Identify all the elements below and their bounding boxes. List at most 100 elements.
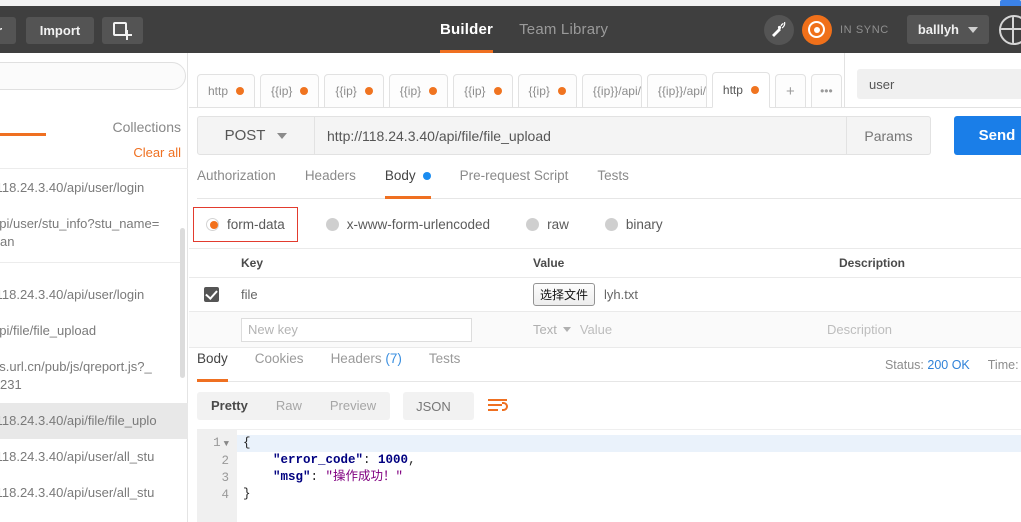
row-key[interactable]: file [233, 287, 533, 302]
list-item[interactable]: api/file/file_upload [0, 313, 188, 349]
status-badge: 200 OK [927, 358, 970, 372]
radio-label: form-data [227, 216, 285, 232]
add-request-tab-button[interactable]: + [774, 74, 806, 108]
request-tab[interactable]: {{ip} [453, 74, 513, 108]
tab-tests[interactable]: Tests [597, 167, 629, 198]
url-input[interactable] [315, 116, 847, 155]
sidebar-active-tab-underline [0, 133, 46, 136]
divider [0, 262, 180, 263]
search-input[interactable] [857, 69, 1021, 99]
radio-label: x-www-form-urlencoded [346, 216, 491, 232]
choose-file-button[interactable]: 选择文件 [533, 283, 596, 306]
list-item[interactable]: /118.24.3.40/api/user/all_stu [0, 439, 188, 475]
view-mode-preview[interactable]: Preview [316, 392, 390, 420]
app-header: er Import Builder Team Library [0, 6, 1021, 53]
code-line-1: { [237, 435, 1021, 452]
new-row-key-cell [233, 317, 533, 342]
request-tab[interactable]: {{ip} [260, 74, 320, 108]
satellite-dish-icon[interactable] [763, 14, 794, 45]
word-wrap-icon[interactable] [487, 395, 509, 417]
sidebar-collections-row[interactable]: Collections [0, 103, 188, 135]
request-tab[interactable]: {{ip}}/api/ [646, 74, 707, 108]
globe-icon[interactable] [999, 14, 1021, 45]
chevron-down-icon [968, 26, 978, 33]
sidebar-search-wrap [0, 62, 186, 90]
table-row-new: Text Value Description [189, 312, 1021, 348]
tab-label: Body [384, 168, 416, 183]
radio-x-www-form-urlencoded[interactable]: x-www-form-urlencoded [318, 212, 498, 237]
view-mode-raw[interactable]: Raw [262, 392, 316, 420]
tab-label: Authorization [197, 168, 276, 183]
status-label: Status: [884, 358, 924, 372]
request-tab-label: http [208, 84, 229, 98]
new-value-placeholder[interactable]: Value [580, 322, 612, 337]
sidebar-clear-all-row: Clear all [0, 137, 188, 169]
tab-builder[interactable]: Builder [440, 6, 494, 53]
list-item[interactable]: /118.24.3.40/api/file/file_uplo [0, 403, 188, 439]
value-type-select[interactable]: Text [533, 322, 571, 337]
request-tab-label: {{ip}}/api/ [657, 84, 706, 98]
request-tab[interactable]: {{ip} [388, 74, 449, 108]
header-right-controls: IN SYNC balllyh [763, 6, 1021, 53]
json-value-error-code: 1000 [378, 453, 409, 467]
tab-team-library[interactable]: Team Library [519, 6, 608, 53]
send-button[interactable]: Send [954, 116, 1021, 155]
response-format-select[interactable]: JSON [403, 392, 474, 420]
request-tab[interactable]: {{ip} [517, 74, 577, 108]
unsaved-dot-icon [750, 86, 759, 94]
request-tab-label: {{ip} [335, 84, 357, 98]
new-description-placeholder[interactable]: Description [821, 322, 1021, 337]
sidebar-search-input[interactable] [0, 62, 186, 90]
json-open-brace: { [243, 436, 251, 450]
column-header-description: Description [839, 256, 906, 270]
time-group: Time: 1 [988, 358, 1021, 372]
http-method-select[interactable]: POST [197, 116, 315, 155]
more-tabs-button[interactable]: ••• [810, 74, 842, 108]
row-checkbox-cell [189, 287, 233, 302]
status-group: Status: 200 OK [885, 358, 970, 372]
radio-form-data[interactable]: form-data [193, 206, 298, 242]
list-item[interactable]: /118.24.3.40/api/user/login [0, 277, 188, 313]
request-tab[interactable]: http [197, 74, 256, 108]
request-tab[interactable]: http [711, 72, 770, 108]
response-body-code[interactable]: { "error_code": 1000, "msg": "操作成功！" } [237, 430, 1021, 522]
tab-body[interactable]: Body [384, 167, 431, 199]
request-tab[interactable]: {{ip}}/api/ [581, 74, 642, 108]
url-bar: POST Params Send [197, 116, 1021, 155]
clear-all-button[interactable]: Clear all [133, 145, 181, 160]
request-tab[interactable]: {{ip} [324, 74, 384, 108]
new-key-input[interactable] [241, 317, 472, 342]
sync-status-icon[interactable] [801, 14, 832, 45]
response-tab-tests[interactable]: Tests [429, 349, 461, 381]
header-nav: Builder Team Library [440, 6, 608, 53]
response-tab-cookies[interactable]: Cookies [255, 349, 304, 381]
sidebar-scrollbar[interactable] [180, 228, 185, 378]
response-tab-headers[interactable]: Headers (7) [331, 349, 402, 381]
radio-raw[interactable]: raw [518, 212, 577, 237]
column-header-key: Key [241, 256, 264, 270]
body-type-radio-group: form-data x-www-form-urlencoded raw bina… [193, 206, 671, 242]
line-number: 2 [221, 454, 229, 468]
json-key-error-code: "error_code" [273, 453, 364, 467]
fold-arrow-icon[interactable]: ▼ [224, 439, 229, 449]
list-item[interactable]: //s.url.cn/pub/js/qreport.js?_ 231 [0, 349, 188, 403]
new-tab-button[interactable] [102, 17, 143, 44]
tab-pre-request-script[interactable]: Pre-request Script [460, 167, 569, 198]
tab-headers[interactable]: Headers [305, 167, 356, 198]
radio-binary[interactable]: binary [597, 212, 671, 237]
row-enabled-checkbox[interactable] [203, 287, 219, 302]
params-button[interactable]: Params [847, 116, 931, 155]
list-item[interactable]: /118.24.3.40/api/user/all_stu [0, 475, 188, 511]
selected-file-name: lyh.txt [604, 287, 638, 302]
runner-button[interactable]: er [0, 17, 16, 44]
tab-authorization[interactable]: Authorization [197, 167, 276, 198]
user-menu-button[interactable]: balllyh [906, 15, 989, 44]
list-item[interactable]: api/user/stu_info?stu_name= an [0, 206, 188, 260]
response-tab-body[interactable]: Body [197, 349, 228, 382]
request-tab-label: {{ip} [528, 84, 550, 98]
list-item[interactable]: /118.24.3.40/api/user/login [0, 170, 188, 206]
main-panel: http {{ip} {{ip} {{ip} {{ip} {{ip} {{ip}… [189, 53, 1021, 522]
import-button[interactable]: Import [26, 17, 94, 44]
postman-app-window: er Import Builder Team Library [0, 0, 1021, 522]
view-mode-pretty[interactable]: Pretty [197, 392, 262, 420]
